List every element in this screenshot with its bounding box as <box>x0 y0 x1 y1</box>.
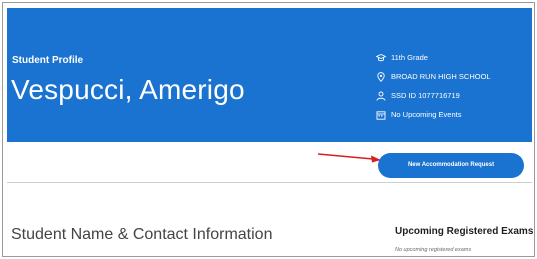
upcoming-exams-panel: Upcoming Registered Exams No upcoming re… <box>395 226 533 253</box>
profile-eyebrow: Student Profile <box>12 55 84 66</box>
meta-grade-text: 11th Grade <box>391 53 428 62</box>
meta-events: No Upcoming Events <box>376 105 491 124</box>
upcoming-exams-empty: No upcoming registered exams <box>395 247 472 253</box>
meta-ssd-id-text: SSD ID 1077716719 <box>391 91 460 100</box>
meta-school: BROAD RUN HIGH SCHOOL <box>376 67 491 86</box>
meta-ssd-id: SSD ID 1077716719 <box>376 86 491 105</box>
calendar-icon <box>376 110 386 120</box>
meta-events-text: No Upcoming Events <box>391 110 462 119</box>
contact-section-title: Student Name & Contact Information <box>11 226 273 243</box>
action-bar-divider <box>7 182 532 183</box>
student-name: Vespucci, Amerigo <box>11 74 245 105</box>
profile-banner: Student Profile Vespucci, Amerigo 11th G… <box>7 8 532 142</box>
upcoming-exams-title: Upcoming Registered Exams <box>395 226 534 237</box>
graduation-cap-icon <box>376 53 386 63</box>
location-pin-icon <box>376 71 386 82</box>
screenshot-frame: Student Profile Vespucci, Amerigo 11th G… <box>2 2 535 257</box>
new-accommodation-request-button[interactable]: New Accommodation Request <box>378 153 524 178</box>
meta-school-text: BROAD RUN HIGH SCHOOL <box>391 72 491 81</box>
meta-grade: 11th Grade <box>376 48 491 67</box>
profile-meta-list: 11th Grade BROAD RUN HIGH SCHOOL SSD ID … <box>376 48 491 124</box>
person-icon <box>376 91 386 101</box>
red-arrow-annotation <box>317 153 381 163</box>
